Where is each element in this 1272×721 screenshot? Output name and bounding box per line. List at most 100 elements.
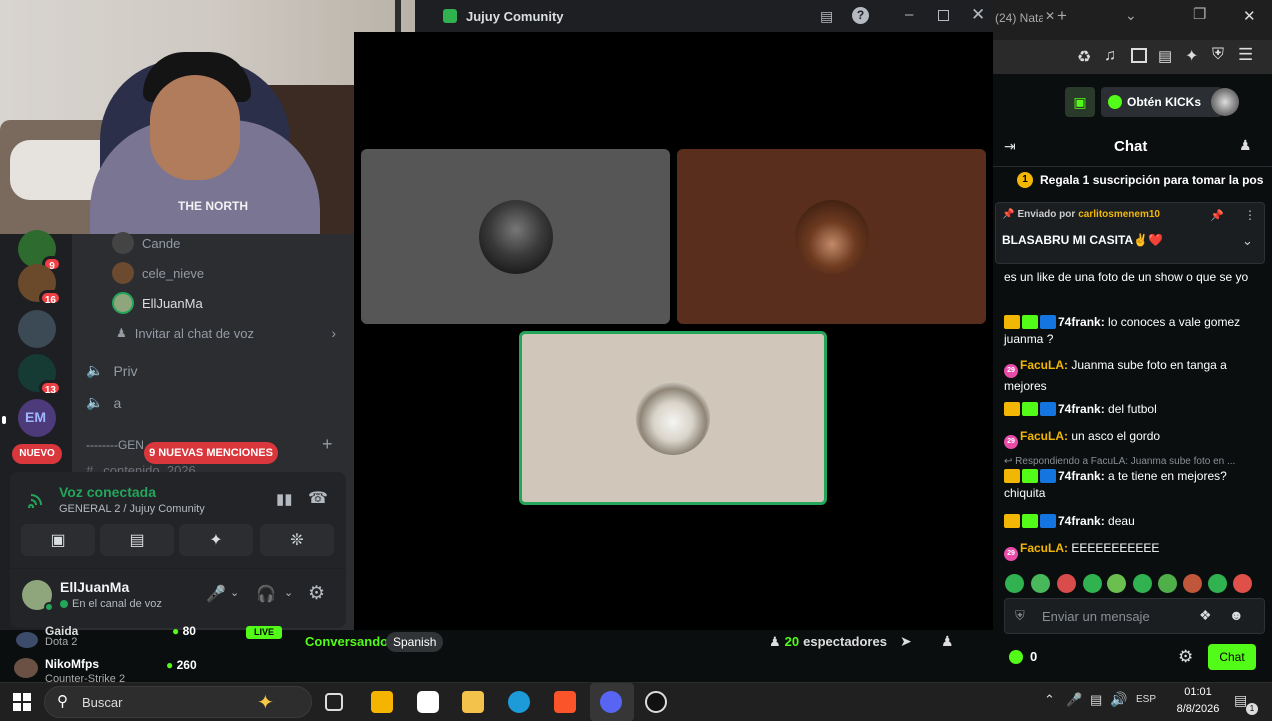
capcut-icon[interactable] bbox=[417, 691, 439, 713]
emote-icon[interactable] bbox=[1158, 574, 1177, 593]
microphone-icon[interactable]: 🎤 bbox=[206, 584, 226, 604]
translate-icon[interactable]: ❖ bbox=[1199, 607, 1212, 624]
streamer-game[interactable]: Dota 2 bbox=[45, 636, 77, 648]
message-user[interactable]: 74frank bbox=[1058, 402, 1101, 416]
voice-channel-a[interactable]: 🔈 a bbox=[86, 394, 121, 411]
voice-user[interactable]: Cande bbox=[142, 236, 180, 251]
share-icon[interactable]: ➤ bbox=[900, 633, 912, 650]
message-user[interactable]: 74frank bbox=[1058, 315, 1101, 329]
chat-message[interactable]: 29 FacuLA: EEEEEEEEEEE bbox=[1004, 540, 1254, 561]
edge-icon[interactable] bbox=[508, 691, 530, 713]
chat-message[interactable]: 29 FacuLA: Juanma sube foto en tanga a me… bbox=[1004, 357, 1254, 395]
chat-message[interactable]: 74frank: del futbol bbox=[1004, 401, 1254, 418]
gear-icon[interactable]: ⚙ bbox=[308, 582, 325, 605]
headphones-icon[interactable]: 🎧 bbox=[256, 584, 276, 604]
gear-icon[interactable]: ⚙ bbox=[1178, 647, 1193, 667]
brave-icon[interactable] bbox=[554, 691, 576, 713]
camera-off-button[interactable]: ▣ bbox=[21, 524, 95, 556]
help-icon[interactable]: ? bbox=[852, 7, 869, 24]
send-chat-button[interactable]: Chat bbox=[1208, 644, 1256, 670]
emote-icon[interactable] bbox=[1183, 574, 1202, 593]
chevron-down-icon[interactable]: ⌄ bbox=[1242, 233, 1253, 249]
message-user[interactable]: FacuLA bbox=[1020, 358, 1064, 372]
emote-icon[interactable] bbox=[1133, 574, 1152, 593]
language-indicator[interactable]: ESP bbox=[1136, 694, 1156, 705]
chat-message[interactable]: 74frank: deau bbox=[1004, 513, 1254, 530]
message-user[interactable]: 74frank bbox=[1058, 514, 1101, 528]
shield-icon[interactable]: ⛨ bbox=[1212, 46, 1224, 64]
add-channel-icon[interactable]: + bbox=[322, 434, 333, 455]
streamer-name[interactable]: NikoMfps bbox=[45, 657, 99, 671]
avatar[interactable] bbox=[1211, 88, 1239, 116]
chevron-down-icon[interactable]: ⌄ bbox=[1125, 7, 1137, 24]
participant-tile[interactable] bbox=[677, 149, 986, 324]
task-view-icon[interactable] bbox=[325, 693, 343, 711]
unpin-icon[interactable]: 📌 bbox=[1210, 209, 1224, 222]
pinned-message[interactable]: 📌 Enviado por carlitosmenem10 BLASABRU M… bbox=[995, 202, 1265, 264]
emote-icon[interactable] bbox=[1005, 574, 1024, 593]
sidebar-icon[interactable] bbox=[1131, 48, 1147, 63]
chevron-down-icon[interactable]: ⌄ bbox=[230, 586, 239, 599]
disconnect-icon[interactable]: ☎ bbox=[308, 488, 328, 508]
chat-message[interactable]: es un like de una foto de un show o que … bbox=[1004, 269, 1254, 286]
chevron-up-icon[interactable]: ⌃ bbox=[1044, 692, 1055, 708]
message-user[interactable]: FacuLA bbox=[1020, 541, 1064, 555]
clock-date[interactable]: 8/8/2026 bbox=[1170, 703, 1226, 715]
file-explorer-icon[interactable] bbox=[462, 691, 484, 713]
message-input[interactable]: ⛨ Enviar un mensaje ❖ ☻ bbox=[1004, 598, 1265, 634]
network-icon[interactable]: ▤ bbox=[1090, 692, 1102, 708]
browser-tab[interactable]: (24) Nata bbox=[995, 11, 1043, 25]
close-button[interactable]: ✕ bbox=[971, 5, 985, 25]
emote-icon[interactable] bbox=[1057, 574, 1076, 593]
server-icon[interactable]: 9 bbox=[18, 230, 62, 272]
obs-icon[interactable] bbox=[645, 691, 667, 713]
avatar[interactable] bbox=[14, 658, 38, 678]
gift-icon[interactable]: ▣ bbox=[1065, 87, 1095, 117]
language-tag[interactable]: Spanish bbox=[386, 632, 444, 652]
wallet-icon[interactable]: ▤ bbox=[1158, 47, 1172, 65]
server-icon[interactable]: EM bbox=[18, 399, 56, 437]
maximize-button[interactable] bbox=[938, 10, 949, 21]
soundboard-button[interactable]: ❊ bbox=[260, 524, 334, 556]
extensions-icon[interactable]: ♻ bbox=[1077, 47, 1091, 67]
emote-icon[interactable] bbox=[1083, 574, 1102, 593]
microphone-icon[interactable]: 🎤 bbox=[1066, 692, 1082, 708]
menu-icon[interactable]: ☰ bbox=[1238, 45, 1253, 65]
voice-status[interactable]: Voz conectada bbox=[59, 484, 156, 500]
chat-message[interactable]: 74frank: a te tiene en mejores? chiquita bbox=[1004, 468, 1254, 502]
participant-tile[interactable] bbox=[361, 149, 670, 324]
emote-icon[interactable] bbox=[1208, 574, 1227, 593]
gift-banner[interactable]: Regala 1 suscripción para tomar la pos bbox=[1040, 173, 1263, 187]
screen-share-button[interactable]: ▤ bbox=[100, 524, 174, 556]
noise-suppression-icon[interactable]: ▮▮ bbox=[276, 490, 293, 508]
sparkle-icon[interactable]: ✦ bbox=[1185, 46, 1198, 66]
mentions-pill[interactable]: 9 NUEVAS MENCIONES bbox=[144, 442, 278, 464]
chevron-down-icon[interactable]: ⌄ bbox=[284, 586, 293, 599]
store-icon[interactable] bbox=[371, 691, 393, 713]
server-icon[interactable]: 16 bbox=[18, 264, 62, 306]
close-tab-icon[interactable]: ✕ bbox=[1045, 9, 1055, 23]
collapse-chat-icon[interactable]: ⇥ bbox=[1004, 138, 1016, 155]
server-icon[interactable] bbox=[18, 310, 56, 348]
user-settings-icon[interactable]: ♟ bbox=[1239, 137, 1252, 154]
participant-tile-speaking[interactable] bbox=[519, 331, 827, 505]
minimize-button[interactable]: – bbox=[905, 6, 913, 23]
category-header[interactable]: --------GEN bbox=[86, 438, 144, 452]
user-add-icon[interactable]: ♟ bbox=[941, 633, 954, 650]
windows-start-button[interactable] bbox=[13, 693, 31, 711]
chat-message[interactable]: 74frank: lo conoces a vale gomez juanma … bbox=[1004, 314, 1254, 348]
chat-message[interactable]: 29 FacuLA: un asco el gordo bbox=[1004, 428, 1254, 449]
emote-icon[interactable] bbox=[1031, 574, 1050, 593]
voice-user[interactable]: EllJuanMa bbox=[142, 296, 203, 311]
volume-icon[interactable]: 🔊 bbox=[1110, 691, 1127, 708]
search-box[interactable]: ⚲ Buscar ✦ bbox=[44, 686, 312, 718]
get-kicks-button[interactable]: Obtén KICKs bbox=[1101, 87, 1222, 117]
inbox-icon[interactable]: ▤ bbox=[820, 8, 833, 25]
music-icon[interactable]: ♫ bbox=[1104, 47, 1116, 65]
signal-icon[interactable] bbox=[28, 490, 46, 508]
new-pill[interactable]: NUEVO bbox=[12, 444, 62, 464]
invite-voice-button[interactable]: ♟ Invitar al chat de voz › bbox=[116, 321, 336, 345]
voice-channel-priv[interactable]: 🔈 Priv bbox=[86, 362, 138, 379]
emoji-icon[interactable]: ☻ bbox=[1229, 607, 1244, 623]
message-user[interactable]: 74frank bbox=[1058, 469, 1101, 483]
